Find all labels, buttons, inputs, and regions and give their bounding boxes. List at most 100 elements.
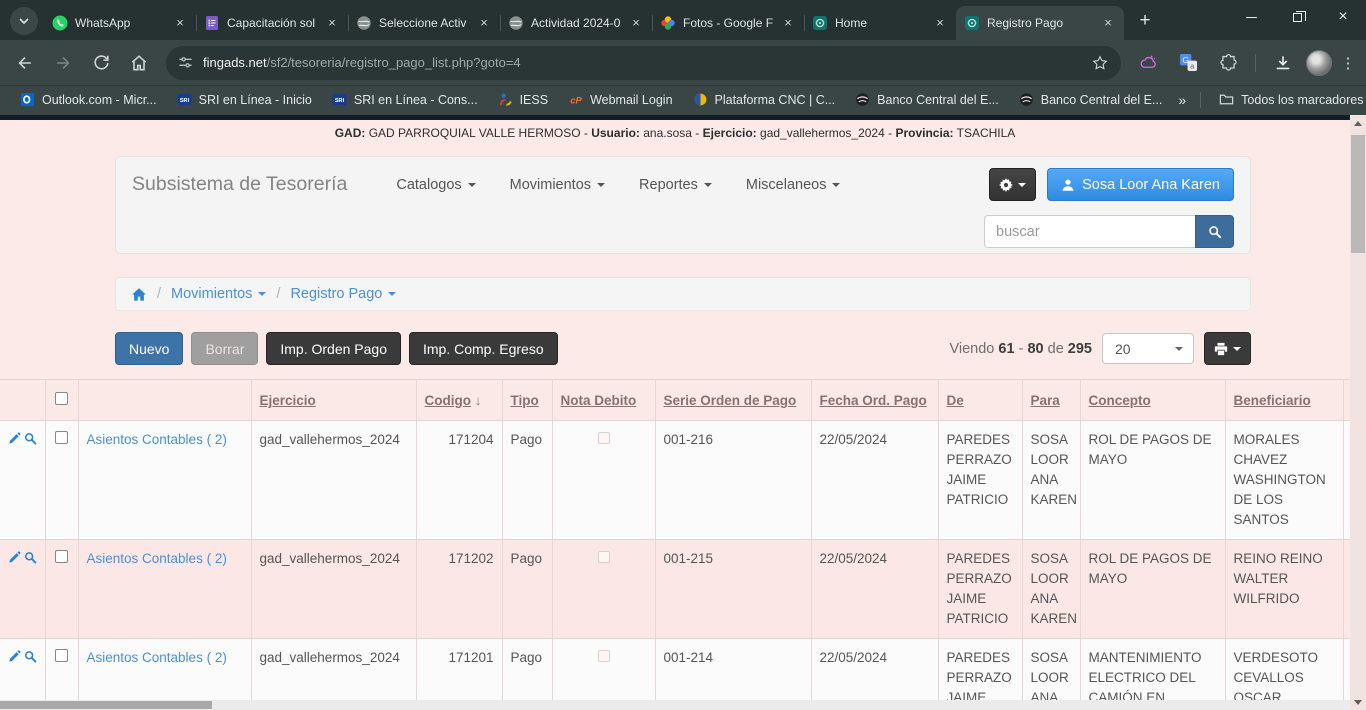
globe-icon bbox=[508, 15, 524, 31]
extensions-puzzle-icon[interactable] bbox=[1211, 46, 1245, 80]
header-beneficiario[interactable]: Beneficiario bbox=[1225, 380, 1343, 421]
bookmark-banco-central-2[interactable]: Banco Central del E... bbox=[1011, 89, 1171, 111]
view-magnifier-icon[interactable] bbox=[24, 550, 37, 565]
translate-icon[interactable]: Ga bbox=[1171, 46, 1205, 80]
close-button[interactable]: × bbox=[1320, 0, 1366, 34]
imp-orden-pago-button[interactable]: Imp. Orden Pago bbox=[266, 332, 401, 365]
bookmark-outlook[interactable]: Outlook.com - Micr... bbox=[12, 89, 165, 111]
vertical-scrollbar-thumb[interactable] bbox=[1351, 135, 1365, 253]
all-bookmarks-button[interactable]: Todos los marcadores bbox=[1211, 89, 1366, 111]
print-button[interactable] bbox=[1204, 332, 1251, 365]
home-icon bbox=[131, 287, 147, 302]
menu-movimientos[interactable]: Movimientos bbox=[510, 177, 605, 193]
row-checkbox[interactable] bbox=[55, 431, 68, 444]
breadcrumb-movimientos[interactable]: Movimientos bbox=[171, 286, 266, 302]
tab-home[interactable]: Home × bbox=[804, 6, 956, 40]
view-magnifier-icon[interactable] bbox=[24, 431, 37, 446]
bookmark-sri-consultas[interactable]: SRI SRI en Línea - Cons... bbox=[324, 89, 486, 111]
back-button[interactable] bbox=[8, 46, 42, 80]
tab-title: Fotos - Google F bbox=[683, 16, 773, 30]
search-button[interactable] bbox=[1195, 215, 1234, 248]
tab-close-icon[interactable]: × bbox=[780, 15, 796, 31]
header-nota-debito[interactable]: Nota Debito bbox=[552, 380, 655, 421]
tab-close-icon[interactable]: × bbox=[172, 15, 188, 31]
menu-catalogos[interactable]: Catalogos bbox=[396, 177, 475, 193]
breadcrumb-registro-pago[interactable]: Registro Pago bbox=[290, 286, 396, 302]
provincia-label: Provincia: bbox=[895, 126, 953, 140]
nuevo-button[interactable]: Nuevo bbox=[115, 332, 183, 365]
range-to: 80 bbox=[1027, 341, 1043, 357]
minimize-button[interactable] bbox=[1228, 0, 1274, 34]
new-tab-button[interactable]: + bbox=[1132, 8, 1158, 34]
tab-whatsapp[interactable]: WhatsApp × bbox=[44, 6, 196, 40]
edit-pencil-icon[interactable] bbox=[8, 431, 21, 446]
bookmark-sri-inicio[interactable]: SRI SRI en Línea - Inicio bbox=[169, 89, 320, 111]
cell-beneficiario: REINO REINO WALTER WILFRIDO bbox=[1225, 539, 1343, 638]
search-input[interactable] bbox=[984, 215, 1195, 248]
cell-tipo: Pago bbox=[502, 421, 552, 540]
tab-close-icon[interactable]: × bbox=[1100, 15, 1116, 31]
header-codigo[interactable]: Codigo ↓ bbox=[416, 380, 502, 421]
weather-extension-icon[interactable] bbox=[1131, 46, 1165, 80]
vertical-scrollbar[interactable] bbox=[1350, 115, 1366, 710]
downloads-button[interactable] bbox=[1266, 46, 1300, 80]
page-size-select[interactable]: 20 bbox=[1102, 333, 1194, 364]
bookmarks-overflow-button[interactable]: » bbox=[1174, 92, 1190, 108]
reload-button[interactable] bbox=[84, 46, 118, 80]
tab-actividad[interactable]: Actividad 2024-0 × bbox=[500, 6, 652, 40]
header-tipo[interactable]: Tipo bbox=[502, 380, 552, 421]
toolbar-extensions-area: Ga ⋮ bbox=[1131, 46, 1358, 80]
imp-comp-egreso-button[interactable]: Imp. Comp. Egreso bbox=[409, 332, 558, 365]
scroll-down-arrow[interactable] bbox=[1350, 694, 1366, 710]
row-checkbox[interactable] bbox=[55, 550, 68, 563]
select-all-checkbox[interactable] bbox=[55, 392, 68, 405]
profile-avatar[interactable] bbox=[1306, 50, 1332, 76]
restore-button[interactable] bbox=[1274, 0, 1320, 34]
home-button[interactable] bbox=[122, 46, 156, 80]
scroll-up-arrow[interactable] bbox=[1350, 115, 1366, 131]
header-ejercicio[interactable]: Ejercicio bbox=[251, 380, 416, 421]
records-table: Ejercicio Codigo ↓ Tipo Nota Debito Seri… bbox=[0, 379, 1350, 710]
tab-close-icon[interactable]: × bbox=[324, 15, 340, 31]
asientos-contables-link[interactable]: Asientos Contables ( 2) bbox=[87, 551, 227, 566]
header-de[interactable]: De bbox=[938, 380, 1022, 421]
bookmark-cnc[interactable]: Plataforma CNC | C... bbox=[685, 89, 844, 111]
cell-ejercicio: gad_vallehermos_2024 bbox=[251, 539, 416, 638]
forward-button[interactable] bbox=[46, 46, 80, 80]
edit-pencil-icon[interactable] bbox=[8, 550, 21, 565]
cell-para: SOSA LOOR ANA KAREN bbox=[1022, 421, 1080, 540]
bookmark-star-icon[interactable] bbox=[1091, 54, 1109, 72]
user-account-button[interactable]: Sosa Loor Ana Karen bbox=[1047, 168, 1234, 201]
address-bar[interactable]: fingads.net/sf2/tesoreria/registro_pago_… bbox=[166, 46, 1121, 80]
tab-search-button[interactable] bbox=[10, 7, 38, 35]
horizontal-scrollbar[interactable] bbox=[0, 700, 1350, 710]
tab-close-icon[interactable]: × bbox=[628, 15, 644, 31]
menu-miscelaneos[interactable]: Miscelaneos bbox=[746, 177, 841, 193]
nota-debito-checkbox bbox=[598, 432, 610, 444]
borrar-button[interactable]: Borrar bbox=[191, 332, 258, 365]
tab-registro-pago-active[interactable]: Registro Pago × bbox=[956, 6, 1124, 40]
settings-button[interactable] bbox=[989, 168, 1036, 201]
header-para[interactable]: Para bbox=[1022, 380, 1080, 421]
asientos-contables-link[interactable]: Asientos Contables ( 2) bbox=[87, 650, 227, 665]
header-serie[interactable]: Serie Orden de Pago bbox=[655, 380, 811, 421]
tab-close-icon[interactable]: × bbox=[476, 15, 492, 31]
tab-capacitacion[interactable]: Capacitación sol × bbox=[196, 6, 348, 40]
browser-menu-icon[interactable]: ⋮ bbox=[1338, 54, 1358, 72]
view-magnifier-icon[interactable] bbox=[24, 649, 37, 664]
edit-pencil-icon[interactable] bbox=[8, 649, 21, 664]
tab-seleccione[interactable]: Seleccione Activ × bbox=[348, 6, 500, 40]
header-concepto[interactable]: Concepto bbox=[1080, 380, 1225, 421]
header-fecha[interactable]: Fecha Ord. Pago bbox=[811, 380, 938, 421]
bookmark-webmail[interactable]: cP Webmail Login bbox=[560, 89, 680, 111]
bookmark-banco-central-1[interactable]: Banco Central del E... bbox=[847, 89, 1007, 111]
menu-reportes[interactable]: Reportes bbox=[639, 177, 712, 193]
asientos-contables-link[interactable]: Asientos Contables ( 2) bbox=[87, 432, 227, 447]
row-checkbox[interactable] bbox=[55, 649, 68, 662]
tab-fotos[interactable]: Fotos - Google F × bbox=[652, 6, 804, 40]
tab-close-icon[interactable]: × bbox=[932, 15, 948, 31]
bookmark-iess[interactable]: IESS bbox=[490, 89, 557, 111]
breadcrumb-home-button[interactable] bbox=[131, 287, 147, 302]
horizontal-scrollbar-thumb[interactable] bbox=[0, 701, 212, 709]
page-content: GAD: GAD PARROQUIAL VALLE HERMOSO - Usua… bbox=[0, 115, 1366, 710]
